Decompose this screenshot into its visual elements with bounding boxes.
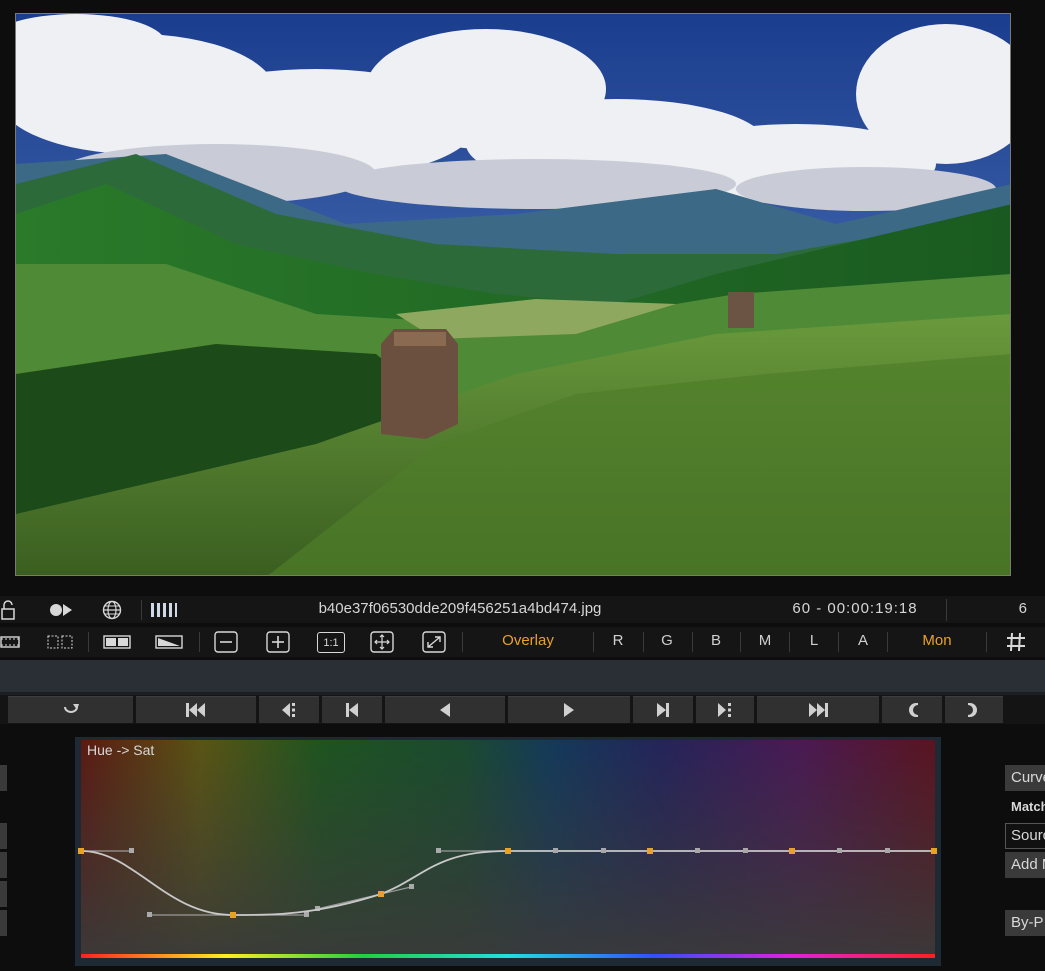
channel-l-button[interactable]: L [794,632,834,649]
hue-sat-curve-editor[interactable]: Hue -> Sat [75,737,941,966]
file-name: b40e37f06530dde209f456251a4bd474.jpg [318,600,602,617]
monitor-button[interactable]: Mon [907,632,967,649]
curve-button[interactable]: Curve [1005,765,1045,791]
timeline-strip[interactable] [0,660,1045,692]
prev-key-icon [282,703,295,717]
film-strip-icon[interactable] [0,631,20,653]
lock-open-icon[interactable] [0,599,16,621]
mark-out-icon [968,703,977,717]
overlay-button[interactable]: Overlay [478,632,578,649]
image-viewer[interactable] [15,13,1011,576]
prev-frame-button[interactable] [322,696,382,723]
grid-icon[interactable] [1004,631,1028,653]
play-backward-icon [440,703,450,717]
left-panel-button[interactable] [0,881,7,907]
transport-bar [0,695,1045,724]
go-to-start-icon [186,703,205,717]
next-key-button[interactable] [696,696,754,723]
mark-in-button[interactable] [882,696,942,723]
prev-frame-icon [346,703,358,717]
next-frame-icon [657,703,669,717]
next-key-icon [718,703,731,717]
go-to-end-button[interactable] [757,696,879,723]
channel-m-button[interactable]: M [745,632,785,649]
bars-icon[interactable] [150,599,178,621]
channel-g-button[interactable]: G [647,632,687,649]
by-pass-button[interactable]: By-P [1005,910,1045,936]
channel-b-button[interactable]: B [696,632,736,649]
go-to-start-button[interactable] [136,696,256,723]
viewer-toolbar: 1:1 Overlay R G B M L A Mon [0,627,1045,657]
mark-out-button[interactable] [945,696,1003,723]
next-frame-button[interactable] [633,696,693,723]
loop-icon [63,704,79,713]
source-field[interactable]: Source [1005,823,1045,849]
fullscreen-button[interactable] [421,631,447,653]
add-match-button[interactable]: Add M [1005,852,1045,878]
play-forward-icon [564,703,574,717]
left-panel-button[interactable] [0,852,7,878]
go-to-end-icon [809,703,828,717]
zoom-one-to-one-button[interactable]: 1:1 [317,632,345,653]
left-panel-button[interactable] [0,765,7,791]
split-view-icon[interactable] [102,631,132,653]
viewer-info-bar: b40e37f06530dde209f456251a4bd474.jpg 60 … [0,596,1045,623]
zoom-out-button[interactable] [213,631,239,653]
channel-r-button[interactable]: R [598,632,638,649]
prev-key-button[interactable] [259,696,319,723]
channel-a-button[interactable]: A [843,632,883,649]
mark-in-icon [909,703,918,717]
frame-timecode: 60 - 00:00:19:18 [792,600,918,617]
play-forward-button[interactable] [508,696,630,723]
left-panel-button[interactable] [0,823,7,849]
safe-area-icon[interactable] [45,631,75,653]
match-label: Match [1011,799,1045,814]
frame-count: 6 [1018,600,1027,617]
left-panel-button[interactable] [0,910,7,936]
fit-to-view-button[interactable] [369,631,395,653]
record-toggle-icon[interactable] [48,599,74,621]
play-backward-button[interactable] [385,696,505,723]
curve-graph[interactable]: Hue -> Sat [75,737,941,966]
wipe-view-icon[interactable] [154,631,184,653]
loop-button[interactable] [8,696,133,723]
globe-icon[interactable] [101,599,123,621]
zoom-in-button[interactable] [265,631,291,653]
curve-title: Hue -> Sat [87,742,154,758]
mountain-landscape-image [16,14,1010,575]
